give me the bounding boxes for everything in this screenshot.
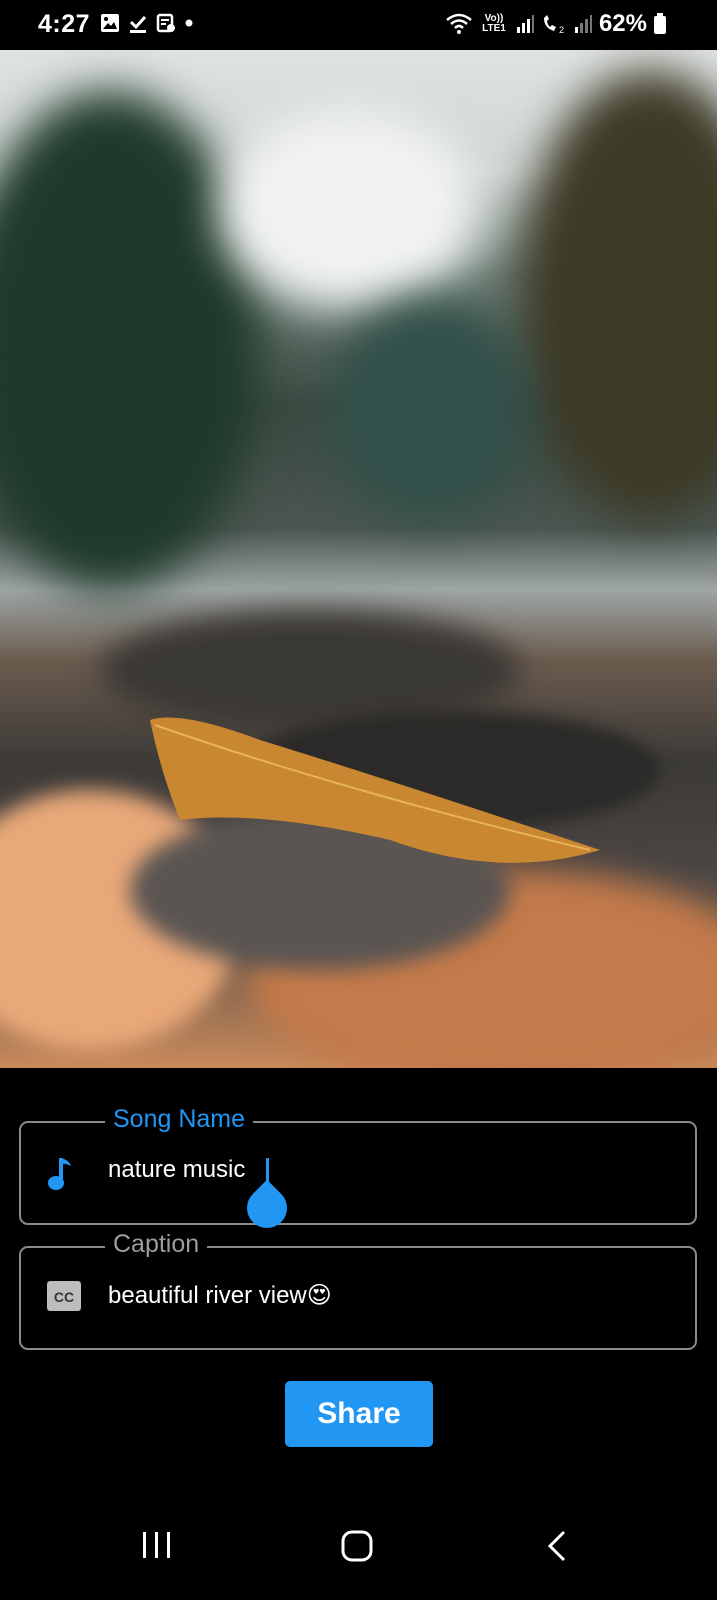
svg-text:2: 2 <box>559 25 564 34</box>
dot-icon <box>185 19 193 27</box>
song-name-label: Song Name <box>105 1105 254 1134</box>
battery-percent: 62% <box>598 10 647 37</box>
signal-1-icon <box>516 15 534 33</box>
clipboard-icon <box>156 13 175 33</box>
check-download-icon <box>129 15 147 33</box>
preview-image <box>0 50 717 1068</box>
wifi-icon <box>446 13 472 34</box>
navigation-bar <box>0 1490 717 1600</box>
song-name-field[interactable]: Song Name nature music <box>19 1105 697 1237</box>
closed-caption-icon: CC <box>47 1281 81 1311</box>
home-icon[interactable] <box>341 1530 373 1562</box>
status-bar: 4:27 Vo)) LTE1 2 62% <box>0 0 717 50</box>
back-icon[interactable] <box>546 1530 568 1562</box>
share-button[interactable]: Share <box>285 1381 433 1447</box>
gallery-icon <box>101 14 119 32</box>
notification-icons <box>100 13 194 33</box>
lte-label: Vo)) LTE1 <box>482 13 506 34</box>
music-note-icon <box>48 1158 71 1190</box>
recent-apps-icon[interactable] <box>140 1530 174 1560</box>
song-name-input[interactable]: nature music <box>108 1156 245 1184</box>
svg-text:CC: CC <box>54 1289 74 1305</box>
leaf-shape <box>150 717 600 863</box>
signal-2-icon <box>574 15 592 33</box>
caption-label: Caption <box>105 1230 208 1259</box>
battery-icon <box>654 13 666 34</box>
clock: 4:27 <box>38 10 91 38</box>
caption-field[interactable]: Caption CC beautiful river view😍 <box>19 1230 697 1350</box>
cursor-handle[interactable] <box>238 1179 296 1237</box>
wifi-call-icon: 2 <box>543 15 564 34</box>
caption-input[interactable]: beautiful river view😍 <box>108 1281 332 1310</box>
system-icons: Vo)) LTE1 2 62% <box>445 10 667 38</box>
